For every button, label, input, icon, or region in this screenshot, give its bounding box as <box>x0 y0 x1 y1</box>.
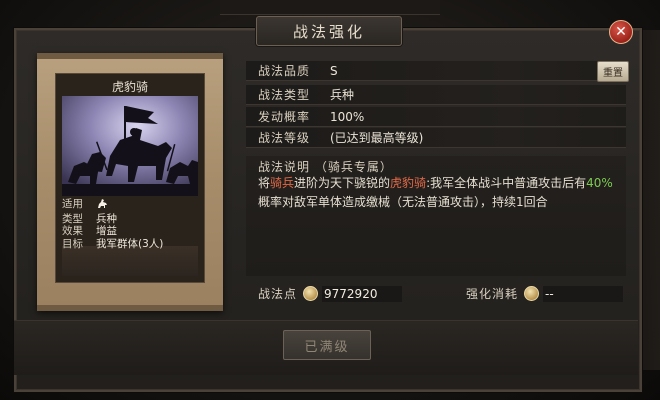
type-label: 战法类型 <box>258 88 311 102</box>
tactic-card: 虎豹骑 适用 类型 兵种 效果 增益 目标 我军群体(3人) <box>55 73 205 283</box>
coin-icon <box>303 286 319 301</box>
quality-label: 战法品质 <box>258 64 311 78</box>
cavalry-art-image <box>62 96 198 196</box>
card-info-row: 适用 <box>62 198 202 213</box>
cost-value: -- <box>543 285 624 302</box>
close-icon: ✕ <box>615 24 627 40</box>
card-info-value: 我军群体(3人) <box>96 237 164 250</box>
points-value: 9772920 <box>322 285 403 302</box>
level-value: (已达到最高等级) <box>330 131 424 145</box>
game-screen: 战法强化 ✕ 虎豹骑 适用 类型 兵种 效果 增益 目标 我军群体(3人) 战法… <box>0 0 660 400</box>
reset-button[interactable]: 重置 <box>597 61 629 82</box>
card-info-key: 适用 <box>62 198 83 210</box>
description-panel: 战法说明 （骑兵专属） 将骑兵进阶为天下骁锐的虎豹骑:我军全体战斗中普通攻击后有… <box>246 156 626 276</box>
description-text: 将骑兵进阶为天下骁锐的虎豹骑:我军全体战斗中普通攻击后有40% 概率对敌军单体造成… <box>258 174 620 212</box>
tactic-card-name: 虎豹骑 <box>111 80 148 94</box>
coin-icon <box>524 286 540 301</box>
card-info-value: 兵种 <box>96 212 117 225</box>
desc-highlight-red: 骑兵 <box>270 176 295 190</box>
level-label: 战法等级 <box>258 131 311 145</box>
close-button[interactable]: ✕ <box>609 20 633 44</box>
desc-highlight-green: 40% <box>586 176 613 190</box>
tactic-points: 战法点 9772920 <box>258 284 403 303</box>
dialog-title: 战法强化 <box>292 22 365 41</box>
desc-segment: 进阶为天下骁锐的 <box>294 176 391 190</box>
type-row: 战法类型 兵种 <box>246 85 626 105</box>
cavalry-icon <box>96 198 108 213</box>
card-info-key: 类型 <box>62 212 83 225</box>
card-info-key: 效果 <box>62 225 83 237</box>
points-label: 战法点 <box>258 287 298 301</box>
description-title: 战法说明 （骑兵专属） <box>258 158 393 175</box>
cost-label: 强化消耗 <box>466 287 519 301</box>
tactic-card-info: 适用 类型 兵种 效果 增益 目标 我军群体(3人) <box>62 198 202 250</box>
card-info-key: 目标 <box>62 237 83 250</box>
description-tag: （骑兵专属） <box>314 160 393 174</box>
desc-segment: 将 <box>258 176 271 190</box>
card-info-row: 类型 兵种 <box>62 213 202 226</box>
type-value: 兵种 <box>330 88 355 102</box>
enhance-button[interactable]: 已满级 <box>283 330 371 360</box>
card-info-row: 效果 增益 <box>62 225 202 238</box>
card-info-row: 目标 我军群体(3人) <box>62 238 202 251</box>
rate-label: 发动概率 <box>258 110 311 124</box>
desc-highlight-red: 虎豹骑 <box>390 176 427 190</box>
desc-segment: :我军全体战斗中普通攻击后有 <box>426 176 587 190</box>
rate-row: 发动概率 100% <box>246 107 626 127</box>
desc-segment: 概率对敌军单体造成缴械（无法普通攻击），持续1回合 <box>258 195 548 209</box>
rate-value: 100% <box>330 109 365 124</box>
dialog-title-plate: 战法强化 <box>256 16 402 46</box>
quality-value: S <box>330 63 338 78</box>
background-header <box>220 0 440 15</box>
card-info-backdrop <box>62 246 198 276</box>
description-label: 战法说明 <box>258 160 311 174</box>
tactic-scroll: 虎豹骑 适用 类型 兵种 效果 增益 目标 我军群体(3人) <box>37 53 223 311</box>
level-row: 战法等级 (已达到最高等级) <box>246 128 626 148</box>
quality-row: 战法品质 S <box>246 61 626 81</box>
card-info-value: 增益 <box>96 225 117 237</box>
enhance-cost: 强化消耗 -- <box>466 284 624 303</box>
